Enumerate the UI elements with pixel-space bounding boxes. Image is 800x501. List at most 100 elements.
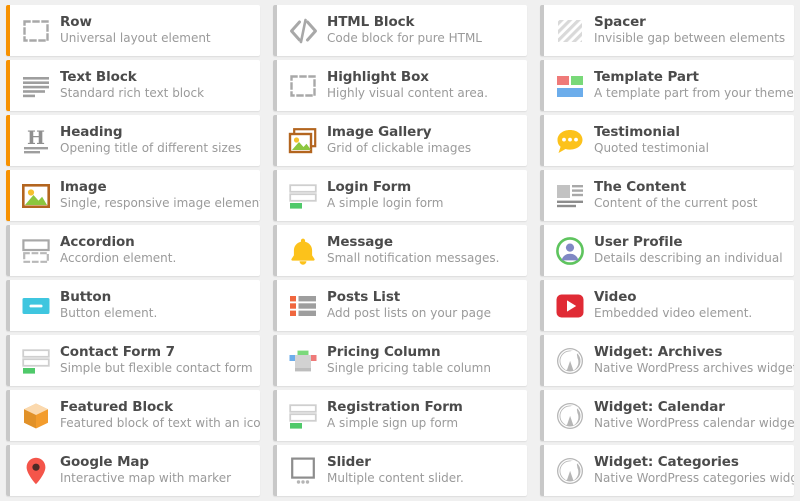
card-text: Widget: Categories Native WordPress categ… <box>592 455 794 486</box>
element-title: Accordion <box>60 234 135 251</box>
element-subtitle: Native WordPress categories widget <box>594 471 794 486</box>
code-brackets-icon <box>281 5 325 56</box>
element-subtitle: Embedded video element. <box>594 306 753 321</box>
element-subtitle: Button element. <box>60 306 158 321</box>
element-title: Widget: Archives <box>594 344 723 361</box>
card-text: Google Map Interactive map with marker <box>58 455 231 486</box>
element-card[interactable]: Slider Multiple content slider. <box>273 445 527 496</box>
card-text: Image Gallery Grid of clickable images <box>325 125 471 156</box>
card-accent-bar <box>273 225 277 276</box>
element-card[interactable]: Registration Form A simple sign up form <box>273 390 527 441</box>
element-card[interactable]: Google Map Interactive map with marker <box>6 445 260 496</box>
card-accent-bar <box>273 335 277 386</box>
card-accent-bar <box>273 5 277 56</box>
card-accent-bar <box>6 335 10 386</box>
card-accent-bar <box>540 225 544 276</box>
element-card[interactable]: Featured Block Featured block of text wit… <box>6 390 260 441</box>
bell-icon <box>281 225 325 276</box>
card-text: Template Part A template part from your t… <box>592 70 794 101</box>
card-accent-bar <box>273 280 277 331</box>
element-subtitle: Details describing an individual <box>594 251 783 266</box>
element-title: Template Part <box>594 69 699 86</box>
wordpress-icon <box>548 335 592 386</box>
dashed-box-icon <box>14 5 58 56</box>
element-card[interactable]: Posts List Add post lists on your page <box>273 280 527 331</box>
element-card[interactable]: User Profile Details describing an indivi… <box>540 225 794 276</box>
card-text: User Profile Details describing an indivi… <box>592 235 783 266</box>
element-card[interactable]: H Heading Opening title of different sizes <box>6 115 260 166</box>
element-subtitle: Content of the current post <box>594 196 758 211</box>
posts-list-icon <box>281 280 325 331</box>
element-card[interactable]: Pricing Column Single pricing table colum… <box>273 335 527 386</box>
card-text: Contact Form 7 Simple but flexible contac… <box>58 345 253 376</box>
card-text: Heading Opening title of different sizes <box>58 125 241 156</box>
element-title: Registration Form <box>327 399 463 416</box>
card-text: Spacer Invisible gap between elements <box>592 15 785 46</box>
element-card[interactable]: Message Small notification messages. <box>273 225 527 276</box>
card-text: Featured Block Featured block of text wit… <box>58 400 260 431</box>
element-card[interactable]: Widget: Archives Native WordPress archive… <box>540 335 794 386</box>
gallery-stack-icon <box>281 115 325 166</box>
card-accent-bar <box>540 445 544 496</box>
element-card[interactable]: HTML Block Code block for pure HTML <box>273 5 527 56</box>
element-card[interactable]: The Content Content of the current post <box>540 170 794 221</box>
element-subtitle: A simple sign up form <box>327 416 459 431</box>
element-subtitle: Accordion element. <box>60 251 177 266</box>
element-card[interactable]: Row Universal layout element <box>6 5 260 56</box>
element-title: Slider <box>327 454 371 471</box>
element-title: Text Block <box>60 69 137 86</box>
element-title: Image Gallery <box>327 124 432 141</box>
card-text: Accordion Accordion element. <box>58 235 176 266</box>
element-card[interactable]: Text Block Standard rich text block <box>6 60 260 111</box>
element-subtitle: Multiple content slider. <box>327 471 464 486</box>
user-circle-icon <box>548 225 592 276</box>
map-pin-icon <box>14 445 58 496</box>
card-accent-bar <box>540 170 544 221</box>
dashed-box-icon <box>281 60 325 111</box>
element-card[interactable]: Image Gallery Grid of clickable images <box>273 115 527 166</box>
element-subtitle: Grid of clickable images <box>327 141 472 156</box>
element-card[interactable]: Accordion Accordion element. <box>6 225 260 276</box>
element-title: Highlight Box <box>327 69 429 86</box>
card-accent-bar <box>273 390 277 441</box>
element-title: Pricing Column <box>327 344 441 361</box>
element-card[interactable]: Widget: Calendar Native WordPress calenda… <box>540 390 794 441</box>
card-text: Highlight Box Highly visual content area. <box>325 70 488 101</box>
svg-text:H: H <box>27 127 45 149</box>
wordpress-icon <box>548 390 592 441</box>
card-accent-bar <box>273 445 277 496</box>
card-text: Image Single, responsive image element. <box>58 180 260 211</box>
element-card[interactable]: Login Form A simple login form <box>273 170 527 221</box>
element-card[interactable]: Video Embedded video element. <box>540 280 794 331</box>
element-subtitle: Universal layout element <box>60 31 211 46</box>
element-subtitle: Single, responsive image element. <box>60 196 260 211</box>
element-card[interactable]: Spacer Invisible gap between elements <box>540 5 794 56</box>
element-subtitle: A simple login form <box>327 196 444 211</box>
element-card[interactable]: Contact Form 7 Simple but flexible contac… <box>6 335 260 386</box>
element-card[interactable]: Template Part A template part from your t… <box>540 60 794 111</box>
element-card[interactable]: Button Button element. <box>6 280 260 331</box>
heading-h-icon: H <box>14 115 58 166</box>
element-card[interactable]: Widget: Categories Native WordPress categ… <box>540 445 794 496</box>
card-accent-bar <box>6 170 10 221</box>
element-title: Testimonial <box>594 124 680 141</box>
card-accent-bar <box>273 170 277 221</box>
element-card[interactable]: Image Single, responsive image element. <box>6 170 260 221</box>
element-card[interactable]: Testimonial Quoted testimonial <box>540 115 794 166</box>
accordion-panels-icon <box>14 225 58 276</box>
card-accent-bar <box>6 225 10 276</box>
element-subtitle: Add post lists on your page <box>327 306 491 321</box>
element-card[interactable]: Highlight Box Highly visual content area. <box>273 60 527 111</box>
card-accent-bar <box>6 5 10 56</box>
element-subtitle: Opening title of different sizes <box>60 141 242 156</box>
content-block-icon <box>548 170 592 221</box>
element-title: Message <box>327 234 393 251</box>
element-title: User Profile <box>594 234 683 251</box>
card-text: Posts List Add post lists on your page <box>325 290 491 321</box>
element-title: Video <box>594 289 637 306</box>
template-blocks-icon <box>548 60 592 111</box>
play-button-icon <box>548 280 592 331</box>
element-subtitle: Interactive map with marker <box>60 471 232 486</box>
picture-frame-icon <box>14 170 58 221</box>
element-title: Widget: Categories <box>594 454 739 471</box>
